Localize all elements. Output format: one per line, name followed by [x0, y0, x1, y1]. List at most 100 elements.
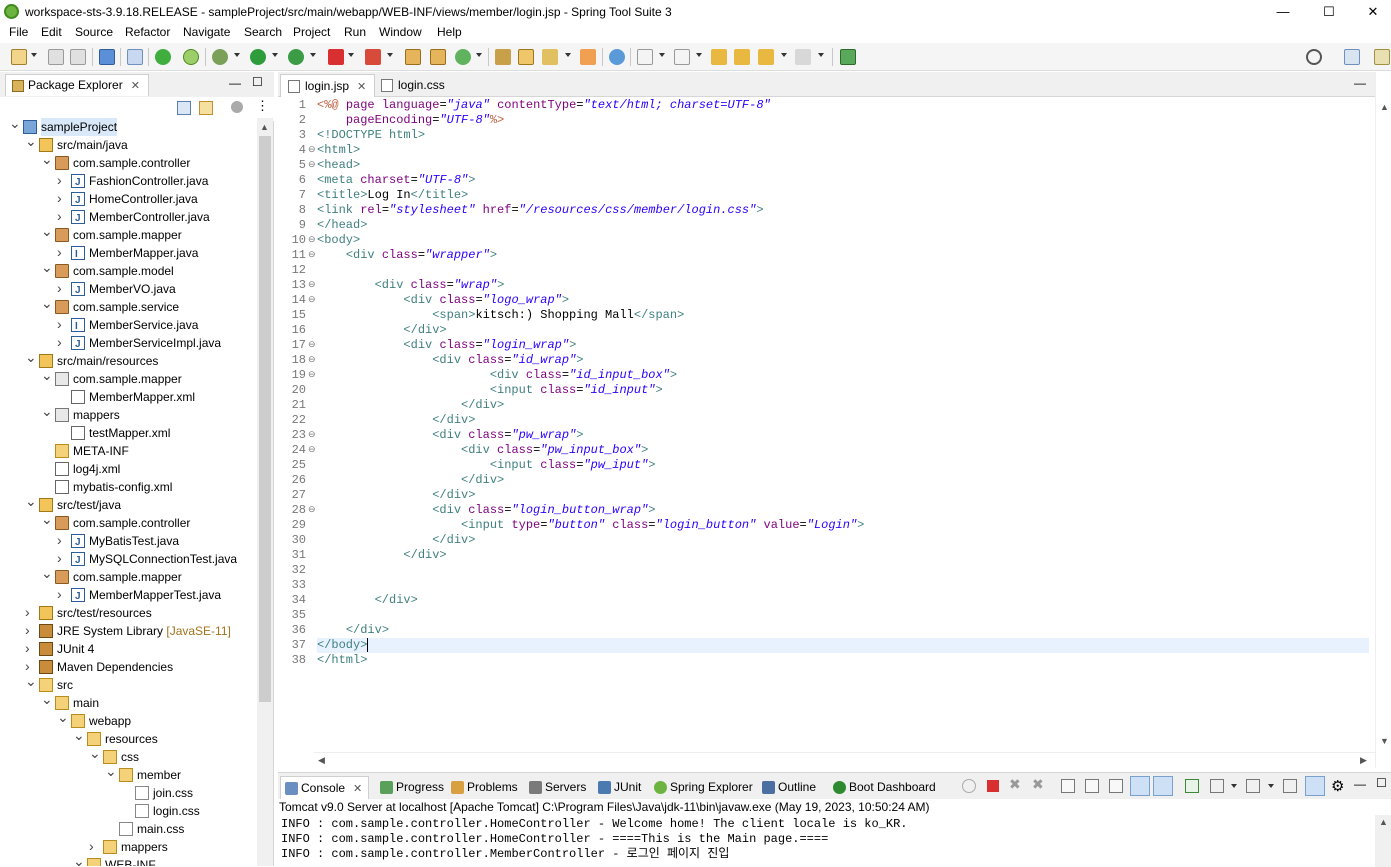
last-edit-icon[interactable]: [711, 49, 727, 65]
chevron-right-icon[interactable]: ›: [57, 549, 67, 567]
code-line[interactable]: <meta charset="UTF-8">: [317, 173, 475, 188]
code-line[interactable]: <input class="id_input">: [317, 383, 663, 398]
skip-breakpoints-icon[interactable]: [127, 49, 143, 65]
boot-run-icon[interactable]: [155, 49, 171, 65]
scroll-right-icon[interactable]: ▶: [1360, 755, 1367, 766]
terminate-relaunch-icon[interactable]: [365, 49, 381, 65]
code-line[interactable]: <div class="wrap">: [317, 278, 505, 293]
console-tab[interactable]: Spring Explorer: [650, 776, 759, 799]
code-line[interactable]: </div>: [317, 413, 475, 428]
remove-launch-icon[interactable]: [962, 779, 976, 793]
menu-project[interactable]: Project: [293, 25, 330, 39]
display-console-dropdown-icon[interactable]: [1231, 784, 1237, 788]
fold-toggle-icon[interactable]: ⊖: [308, 143, 316, 158]
chevron-down-icon[interactable]: ⌄: [41, 366, 53, 384]
code-line[interactable]: <link rel="stylesheet" href="/resources/…: [317, 203, 764, 218]
package-explorer-scrollbar[interactable]: ▲: [257, 118, 273, 866]
annotation-down-dropdown-icon[interactable]: [659, 53, 665, 57]
code-line[interactable]: </head>: [317, 218, 367, 233]
minimize-button[interactable]: —: [1263, 0, 1303, 23]
scroll-down-icon[interactable]: ▼: [1380, 736, 1389, 746]
menu-navigate[interactable]: Navigate: [183, 25, 230, 39]
menu-run[interactable]: Run: [344, 25, 366, 39]
run-icon[interactable]: [250, 49, 266, 65]
annotation-up-icon[interactable]: [674, 49, 690, 65]
code-line[interactable]: <span>kitsch:) Shopping Mall</span>: [317, 308, 684, 323]
run-dropdown-icon[interactable]: [272, 53, 278, 57]
external-tools-dropdown-icon[interactable]: [310, 53, 316, 57]
new-package-icon[interactable]: [430, 49, 446, 65]
menu-help[interactable]: Help: [437, 25, 462, 39]
code-line[interactable]: </div>: [317, 488, 475, 503]
chevron-down-icon[interactable]: ⌄: [9, 118, 21, 132]
code-line[interactable]: <%@ page language="java" contentType="te…: [317, 98, 771, 113]
tab-login-jsp[interactable]: login.jsp ✕: [280, 74, 376, 97]
console-tab[interactable]: Problems: [447, 776, 524, 799]
scroll-left-icon[interactable]: ◀: [318, 755, 325, 766]
perspective-spring-icon[interactable]: [1374, 49, 1390, 65]
browser-icon[interactable]: [609, 49, 625, 65]
code-line[interactable]: <input type="button" class="login_button…: [317, 518, 864, 533]
editor-horizontal-scrollbar[interactable]: ◀ ▶: [314, 752, 1375, 768]
package-explorer-scroll-thumb[interactable]: [259, 136, 271, 702]
code-line[interactable]: <div class="id_wrap">: [317, 353, 583, 368]
quick-access-search-icon[interactable]: [1306, 49, 1322, 65]
code-line[interactable]: </div>: [317, 623, 389, 638]
scroll-up-icon[interactable]: ▲: [260, 122, 269, 132]
code-line[interactable]: <div class="logo_wrap">: [317, 293, 569, 308]
chevron-right-icon[interactable]: ›: [57, 189, 67, 207]
maximize-button[interactable]: ☐: [1309, 0, 1349, 23]
fold-toggle-icon[interactable]: ⊖: [308, 278, 316, 293]
chevron-down-icon[interactable]: ⌄: [41, 690, 53, 708]
code-line[interactable]: <div class="login_button_wrap">: [317, 503, 655, 518]
debug-dropdown-icon[interactable]: [234, 53, 240, 57]
code-line[interactable]: <div class="id_input_box">: [317, 368, 677, 383]
fold-toggle-icon[interactable]: ⊖: [308, 338, 316, 353]
ansi-console-icon[interactable]: [1305, 776, 1325, 796]
show-console-stderr-icon[interactable]: [1153, 776, 1173, 796]
menu-file[interactable]: File: [9, 25, 28, 39]
fold-toggle-icon[interactable]: ⊖: [308, 233, 316, 248]
chevron-right-icon[interactable]: ›: [57, 243, 67, 261]
code-line[interactable]: <body>: [317, 233, 360, 248]
console-tab[interactable]: Servers: [525, 776, 592, 799]
scroll-lock-icon[interactable]: [1085, 779, 1099, 793]
stop-icon[interactable]: [328, 49, 344, 65]
chevron-down-icon[interactable]: ⌄: [105, 762, 117, 780]
external-tools-icon[interactable]: [288, 49, 304, 65]
code-line[interactable]: </div>: [317, 533, 475, 548]
menu-search[interactable]: Search: [244, 25, 282, 39]
menu-source[interactable]: Source: [75, 25, 113, 39]
console-tab[interactable]: Boot Dashboard: [829, 776, 942, 799]
code-line[interactable]: </div>: [317, 473, 504, 488]
annotation-up-dropdown-icon[interactable]: [696, 53, 702, 57]
code-line[interactable]: </div>: [317, 593, 418, 608]
chevron-down-icon[interactable]: ⌄: [41, 222, 53, 240]
new-icon[interactable]: [11, 49, 27, 65]
back-dropdown-icon[interactable]: [781, 53, 787, 57]
link-with-editor-icon[interactable]: [199, 101, 213, 115]
focus-on-active-task-icon[interactable]: [231, 101, 243, 113]
code-line[interactable]: <input class="pw_iput">: [317, 458, 656, 473]
clear-console-icon[interactable]: [1061, 779, 1075, 793]
console-scrollbar[interactable]: ▲: [1375, 815, 1391, 867]
chevron-down-icon[interactable]: ⌄: [25, 672, 37, 690]
chevron-right-icon[interactable]: ›: [89, 837, 99, 855]
chevron-down-icon[interactable]: ⌄: [25, 492, 37, 510]
scroll-up-icon[interactable]: ▲: [1380, 102, 1389, 112]
close-icon[interactable]: ✕: [357, 81, 366, 93]
chevron-down-icon[interactable]: ⌄: [57, 708, 69, 726]
debug-icon[interactable]: [212, 49, 228, 65]
new-dropdown-icon[interactable]: [31, 53, 37, 57]
console-tab[interactable]: JUnit: [594, 776, 647, 799]
open-type-icon[interactable]: [495, 49, 511, 65]
chevron-right-icon[interactable]: ›: [57, 315, 67, 333]
chevron-right-icon[interactable]: ›: [57, 279, 67, 297]
close-icon[interactable]: ✕: [353, 783, 362, 795]
new-class-icon[interactable]: [455, 49, 471, 65]
chevron-down-icon[interactable]: ⌄: [25, 348, 37, 366]
code-line[interactable]: <div class="pw_wrap">: [317, 428, 583, 443]
pin-console-icon[interactable]: [1185, 779, 1199, 793]
code-line[interactable]: <head>: [317, 158, 360, 173]
menu-edit[interactable]: Edit: [41, 25, 62, 39]
